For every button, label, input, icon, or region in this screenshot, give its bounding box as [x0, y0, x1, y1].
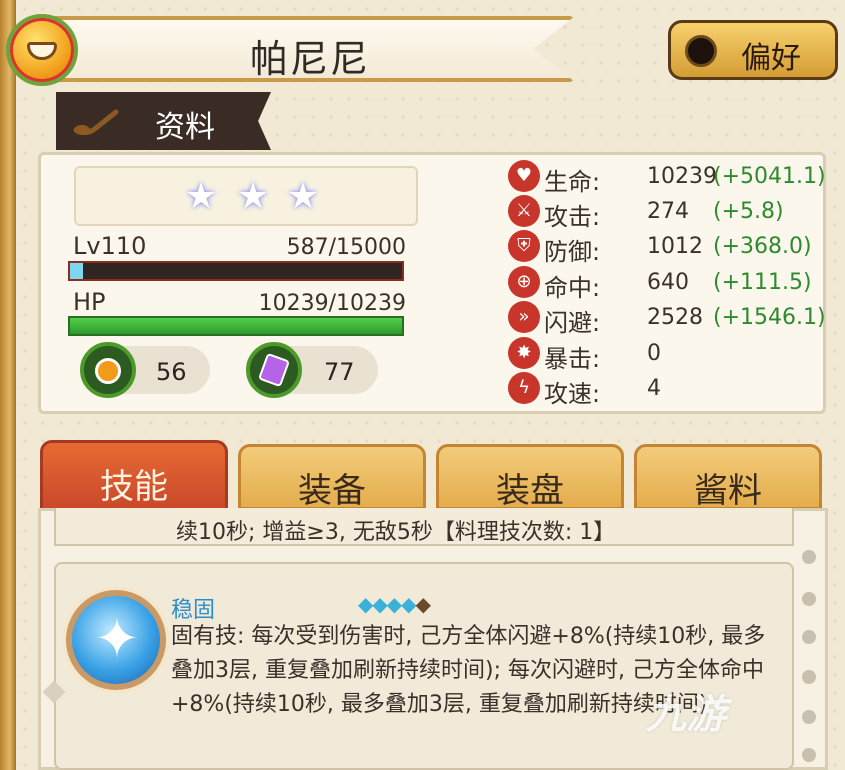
- dodge-icon: »: [508, 301, 540, 333]
- stat-bonus: (+368.0): [713, 234, 812, 259]
- scroll-dot[interactable]: [802, 748, 816, 762]
- target-icon: ⊕: [508, 266, 540, 298]
- xp-bar-fill: [70, 263, 83, 279]
- heart-icon: ♥: [508, 160, 540, 192]
- stat-value: 1012: [647, 234, 703, 259]
- stat-value: 4: [647, 376, 661, 401]
- stat-value: 274: [647, 199, 689, 224]
- info-tab-label: 资料: [155, 110, 215, 145]
- level-xp-value: 587/15000: [286, 235, 406, 260]
- crystal-count: 77: [324, 358, 355, 386]
- tab-sauce[interactable]: 酱料: [634, 444, 822, 511]
- potion-count: 56: [156, 358, 187, 386]
- scroll-dot[interactable]: [802, 550, 816, 564]
- tab-equipment[interactable]: 装备: [238, 444, 426, 511]
- scroll-dot[interactable]: [802, 710, 816, 724]
- tab-label: 装盘: [496, 471, 564, 511]
- stat-name: 攻击:: [544, 203, 601, 231]
- stat-bonus: (+5041.1): [713, 164, 826, 189]
- skill-gem-rating: ◆◆◆◆◆: [358, 592, 431, 616]
- stat-value: 2528: [647, 305, 703, 330]
- stat-name: 闪避:: [544, 309, 601, 337]
- stat-value: 640: [647, 270, 689, 295]
- stat-bonus: (+1546.1): [713, 305, 826, 330]
- stat-name: 暴击:: [544, 345, 601, 373]
- preference-dot-icon: [685, 35, 717, 67]
- shield-icon: ⛨: [508, 230, 540, 262]
- gem-icon: ◆: [386, 592, 402, 616]
- stat-name: 命中:: [544, 274, 601, 302]
- sword-icon: ⚔: [508, 195, 540, 227]
- hp-value: 10239/10239: [258, 291, 406, 316]
- previous-skill-text: 续10秒; 增益≥3, 无敌5秒【料理技次数: 1】: [176, 520, 616, 545]
- stat-bonus: (+111.5): [713, 270, 812, 295]
- left-frame-border: [0, 0, 16, 770]
- stat-name: 攻速:: [544, 380, 601, 408]
- scroll-dot[interactable]: [802, 630, 816, 644]
- tab-label: 装备: [298, 471, 366, 511]
- tab-label: 技能: [100, 467, 168, 507]
- character-name: 帕尼尼: [249, 37, 370, 81]
- scroll-dot[interactable]: [802, 670, 816, 684]
- skill-sparkle-icon: ✦: [66, 590, 166, 690]
- stat-name: 防御:: [544, 238, 601, 266]
- stat-value: 10239: [647, 164, 717, 189]
- crystal-icon[interactable]: [246, 342, 302, 398]
- tab-label: 酱料: [694, 471, 762, 511]
- hp-label: HP: [73, 288, 106, 316]
- scroll-dot[interactable]: [802, 592, 816, 606]
- critical-icon: ✸: [508, 337, 540, 369]
- hp-bar: [68, 316, 404, 336]
- gem-icon: ◆: [358, 592, 373, 616]
- preference-label: 偏好: [741, 41, 801, 76]
- gem-icon: ◆: [401, 592, 416, 616]
- stat-name: 生命:: [544, 168, 601, 196]
- star-icon: ★: [184, 176, 218, 217]
- potion-icon[interactable]: [80, 342, 136, 398]
- watermark-text: 九游: [646, 692, 726, 738]
- ladle-icon: [73, 109, 119, 136]
- gem-empty-icon: ◆: [415, 592, 431, 616]
- level-label: Lv110: [73, 232, 147, 260]
- stat-value: 0: [647, 341, 661, 366]
- stat-bonus: (+5.8): [713, 199, 784, 224]
- hp-bar-fill: [70, 318, 402, 334]
- lightning-icon: ϟ: [508, 372, 540, 404]
- star-icon: ★: [236, 176, 270, 217]
- star-icon: ★: [286, 176, 320, 217]
- preference-button[interactable]: 偏好: [668, 20, 838, 80]
- tab-skills[interactable]: 技能: [40, 440, 228, 512]
- xp-bar: [68, 261, 404, 281]
- gem-icon: ◆: [372, 592, 387, 616]
- tab-plating[interactable]: 装盘: [436, 444, 624, 511]
